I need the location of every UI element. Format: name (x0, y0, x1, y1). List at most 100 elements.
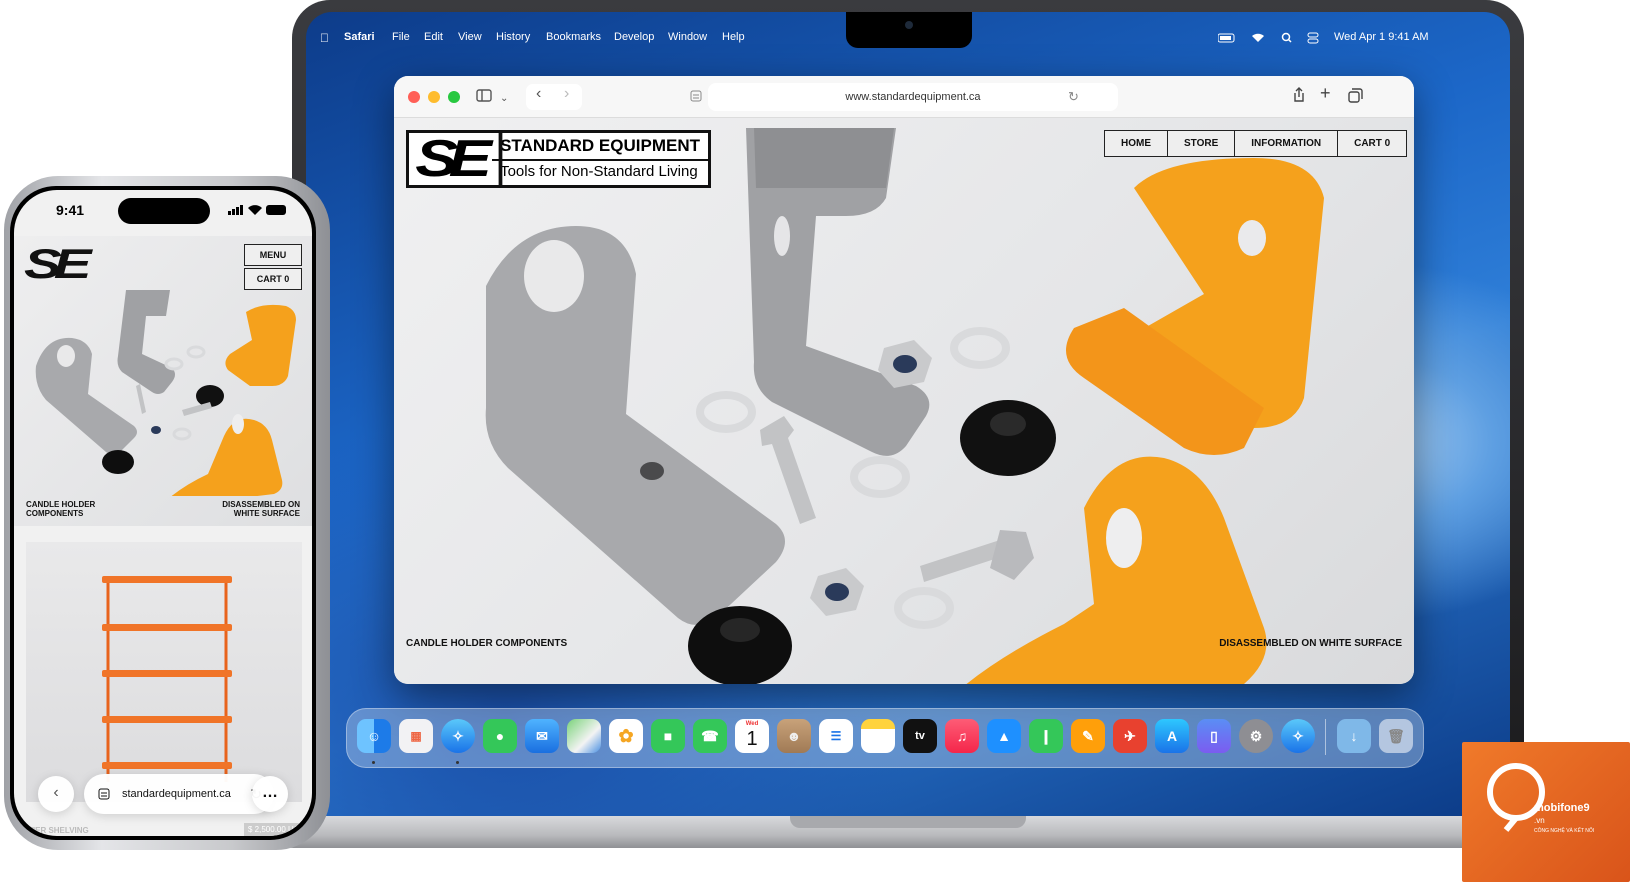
safari-window: ⌄ ‹ › www.standardequipment.ca ↻ + SE ST… (394, 76, 1414, 684)
page-menu-icon[interactable] (690, 90, 702, 102)
calendar-icon[interactable]: Wed 1 (735, 719, 769, 753)
wifi-icon (1252, 33, 1264, 42)
mobile-logo[interactable]: SE (24, 240, 92, 288)
product-title: TIER SHELVING (28, 826, 89, 835)
address-bar[interactable]: www.standardequipment.ca (708, 83, 1118, 111)
search-icon (1281, 32, 1291, 42)
more-button[interactable]: … (252, 776, 288, 812)
site-logo[interactable]: SE STANDARD EQUIPMENT Tools for Non-Stan… (406, 130, 711, 188)
menu-view[interactable]: View (458, 31, 482, 43)
brand-name: STANDARD EQUIPMENT (492, 133, 708, 161)
downloads-folder-icon[interactable]: ↓ (1337, 719, 1371, 753)
dynamic-island (118, 198, 210, 224)
system-settings-icon[interactable]: ⚙ (1239, 719, 1273, 753)
back-button[interactable]: ‹ (38, 776, 74, 812)
battery-icon (266, 205, 286, 215)
watermark-badge: mobifone9 .vn CÔNG NGHỆ VÀ KẾT NỐI (1462, 742, 1630, 882)
menu-bar:  Safari File Edit View History Bookmark… (306, 24, 1510, 50)
rocketsim-icon[interactable]: ✈ (1113, 719, 1147, 753)
apple-icon[interactable]:  (320, 31, 329, 45)
contacts-icon[interactable]: ☻ (777, 719, 811, 753)
sidebar-icon[interactable] (476, 89, 492, 103)
dock-divider (1325, 719, 1326, 755)
tv-icon[interactable]: tv (903, 719, 937, 753)
zoom-window-button[interactable] (448, 91, 460, 103)
mail-icon[interactable]: ✉ (525, 719, 559, 753)
facetime-icon[interactable]: ■ (651, 719, 685, 753)
share-icon[interactable] (1292, 87, 1306, 103)
shelving-image (102, 576, 232, 782)
pages-icon[interactable]: ✎ (1071, 719, 1105, 753)
numbers-icon[interactable]: ❙ (1029, 719, 1063, 753)
status-icons (228, 205, 286, 215)
nav-store[interactable]: STORE (1167, 131, 1234, 156)
logo-mark: SE (399, 133, 503, 185)
back-icon[interactable]: ‹ (536, 86, 541, 102)
mobile-caption-left: CANDLE HOLDER COMPONENTS (26, 500, 96, 518)
menu-clock[interactable]: Wed Apr 1 9:41 AM (1334, 31, 1429, 43)
safari-technology-preview-icon[interactable]: ✧ (1281, 719, 1315, 753)
forward-icon[interactable]: › (564, 86, 569, 102)
maps-icon[interactable] (567, 719, 601, 753)
ellipsis-icon: … (262, 784, 278, 801)
menu-help[interactable]: Help (722, 31, 745, 43)
iphone-mirroring-icon[interactable]: ▯ (1197, 719, 1231, 753)
status-time: 9:41 (56, 202, 85, 218)
website-hero: SE STANDARD EQUIPMENT Tools for Non-Stan… (394, 118, 1414, 684)
dock: ☺ ▦ ✧ ● ✉ ✿ ■ ☎ Wed 1 ☻ ☰ tv ♫ ▲ ❙ ✎ ✈ A… (346, 708, 1424, 768)
product-price: $ 2,500.00 US (244, 823, 304, 836)
menu-edit[interactable]: Edit (424, 31, 443, 43)
reload-icon[interactable]: ↻ (1068, 89, 1079, 105)
address-text: www.standardequipment.ca (845, 91, 981, 103)
nav-cart[interactable]: CART 0 (1337, 131, 1406, 156)
hero-caption-left: CANDLE HOLDER COMPONENTS (406, 638, 568, 649)
finder-icon[interactable]: ☺ (357, 719, 391, 753)
iphone-screen: 9:41 SE MENU CART 0 CANDLE HOLDER COMPON… (14, 190, 312, 836)
running-indicator (456, 761, 459, 764)
macbook-opening-notch (790, 816, 1026, 828)
running-indicator (372, 761, 375, 764)
tv-label: tv (915, 730, 925, 742)
menu-develop[interactable]: Develop (614, 31, 654, 43)
app-store-icon[interactable]: A (1155, 719, 1189, 753)
notes-icon[interactable] (861, 719, 895, 753)
mobile-address-bar[interactable]: standardequipment.ca ↻ (84, 774, 274, 814)
menu-bookmarks[interactable]: Bookmarks (546, 31, 601, 43)
music-icon[interactable]: ♫ (945, 719, 979, 753)
watermark-domain: .vn (1534, 816, 1545, 825)
nav-buttons (526, 84, 582, 110)
trash-icon[interactable]: 🗑 (1379, 719, 1413, 753)
menu-app-name[interactable]: Safari (344, 31, 375, 43)
logo-wordmark: STANDARD EQUIPMENT Tools for Non-Standar… (492, 133, 708, 185)
nav-home[interactable]: HOME (1105, 131, 1167, 156)
watermark-brand: mobifone9 (1534, 802, 1590, 814)
keynote-icon[interactable]: ▲ (987, 719, 1021, 753)
mobile-hero-image (35, 290, 296, 496)
messages-icon[interactable]: ● (483, 719, 517, 753)
product-card-shelving[interactable] (26, 542, 302, 802)
page-menu-icon[interactable] (98, 788, 110, 800)
chevron-left-icon: ‹ (53, 784, 59, 801)
new-tab-icon[interactable]: + (1320, 84, 1331, 102)
close-window-button[interactable] (408, 91, 420, 103)
calendar-date: 1 (746, 728, 758, 750)
reminders-icon[interactable]: ☰ (819, 719, 853, 753)
mobile-address-text: standardequipment.ca (122, 788, 231, 800)
menu-window[interactable]: Window (668, 31, 707, 43)
menu-history[interactable]: History (496, 31, 530, 43)
menu-button[interactable]: MENU (244, 244, 302, 266)
phone-icon[interactable]: ☎ (693, 719, 727, 753)
menu-file[interactable]: File (392, 31, 410, 43)
mobile-hero: SE MENU CART 0 CANDLE HOLDER COMPONENTS … (14, 236, 312, 526)
launchpad-icon[interactable]: ▦ (399, 719, 433, 753)
tab-overview-icon[interactable] (1348, 88, 1363, 103)
hero-image (485, 128, 1324, 684)
wifi-icon (248, 205, 262, 215)
nav-information[interactable]: INFORMATION (1234, 131, 1337, 156)
safari-toolbar: ⌄ ‹ › www.standardequipment.ca ↻ + (394, 76, 1414, 118)
minimize-window-button[interactable] (428, 91, 440, 103)
safari-icon[interactable]: ✧ (441, 719, 475, 753)
watermark-slogan: CÔNG NGHỆ VÀ KẾT NỐI (1534, 828, 1595, 834)
photos-icon[interactable]: ✿ (609, 719, 643, 753)
chevron-down-icon[interactable]: ⌄ (500, 91, 508, 107)
